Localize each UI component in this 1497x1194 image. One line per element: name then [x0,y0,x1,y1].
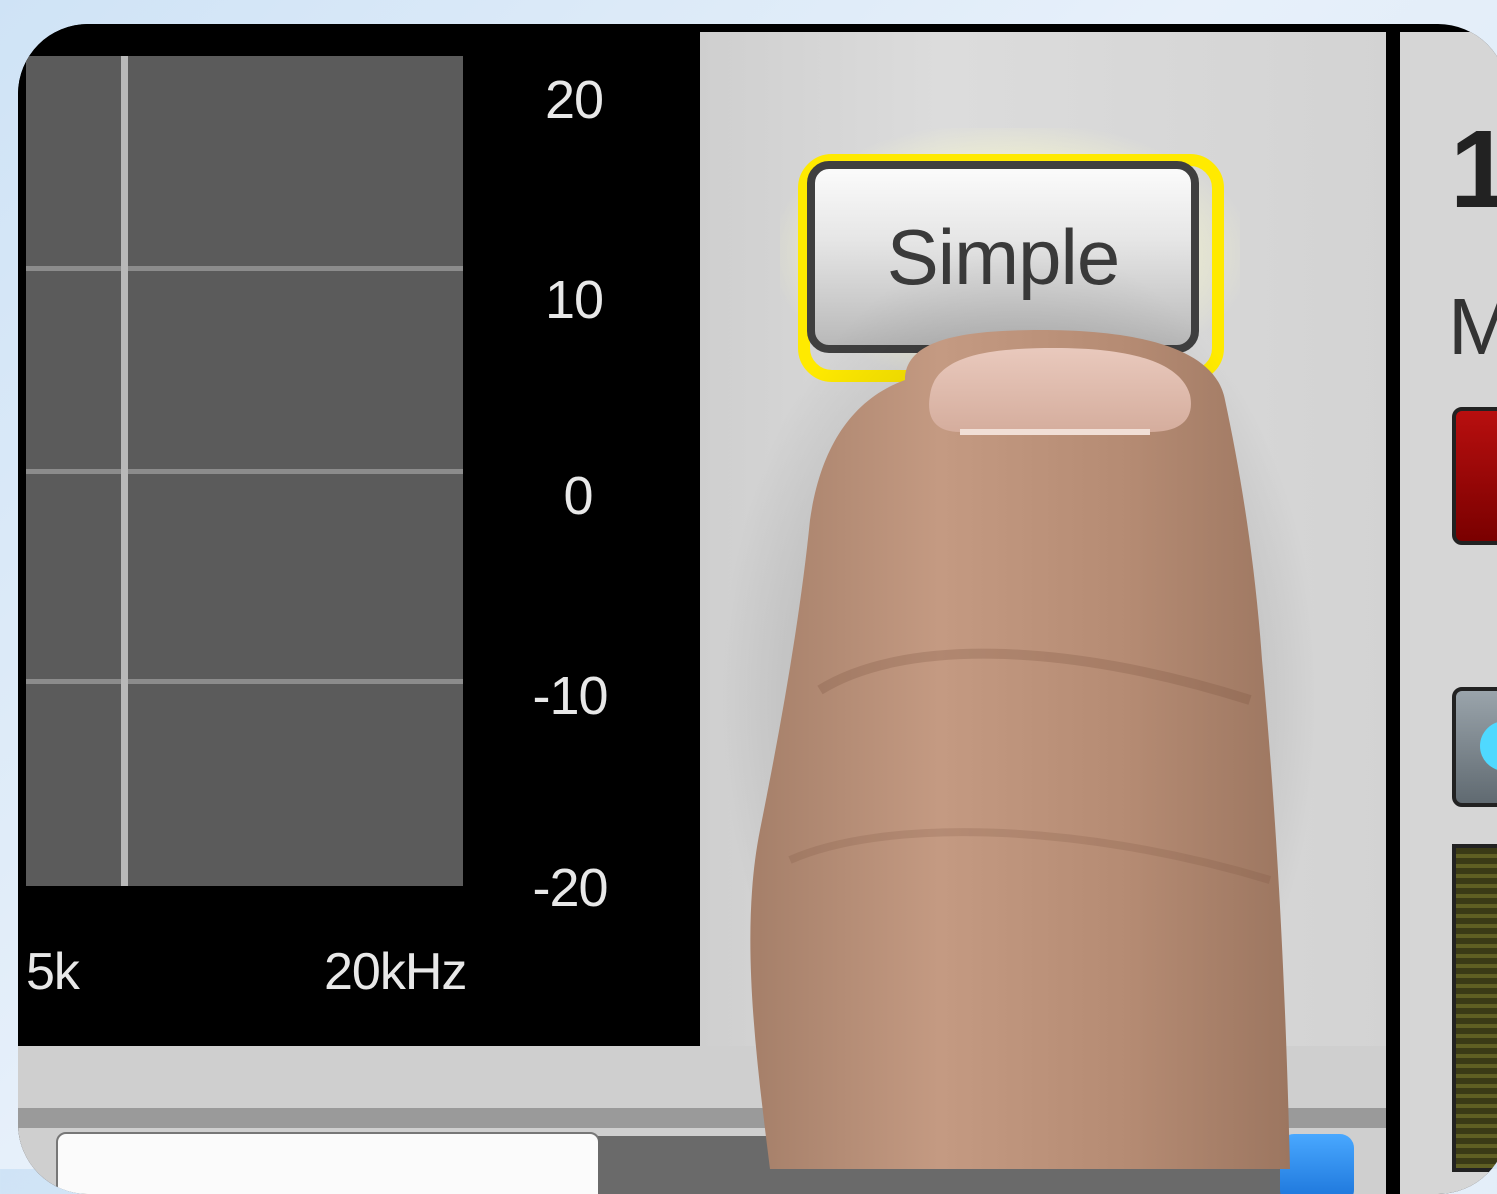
gridline-0db [26,469,463,474]
panel-divider [1386,24,1400,1194]
gridline-minus-10db [26,679,463,684]
simple-mode-button[interactable]: Simple [807,161,1199,353]
eq-plot-area[interactable] [26,56,463,886]
gridline-10db [26,266,463,271]
indicator-light-icon [1480,721,1497,771]
level-meter [1452,844,1497,1172]
bottom-slider-fill[interactable] [598,1136,1298,1194]
channel-label: M [1448,282,1497,371]
bottom-control-strip [18,1046,1390,1194]
freq-label-20khz: 20kHz [324,943,467,1001]
solo-button[interactable] [1452,687,1497,807]
db-label-10: 10 [544,270,604,330]
blue-selector-button[interactable] [1280,1134,1354,1194]
mute-button[interactable] [1452,407,1497,545]
eq-graph-panel: 20 10 0 -10 -20 5k 20kHz [18,24,700,1046]
gridline-5k [121,56,128,886]
db-label-minus-10: -10 [532,666,608,726]
db-label-20: 20 [544,70,604,130]
channel-number: 1 [1450,108,1497,231]
db-label-minus-20: -20 [532,858,608,918]
bottom-divider [18,1108,1390,1128]
simple-button-label: Simple [886,212,1120,301]
freq-label-5k: 5k [26,943,80,1001]
device-frame: 20 10 0 -10 -20 5k 20kHz 1 M [18,24,1497,1194]
bottom-slider-track[interactable] [56,1132,600,1194]
channel-strip-panel: 1 M [1400,32,1497,1194]
db-label-0: 0 [563,466,593,526]
